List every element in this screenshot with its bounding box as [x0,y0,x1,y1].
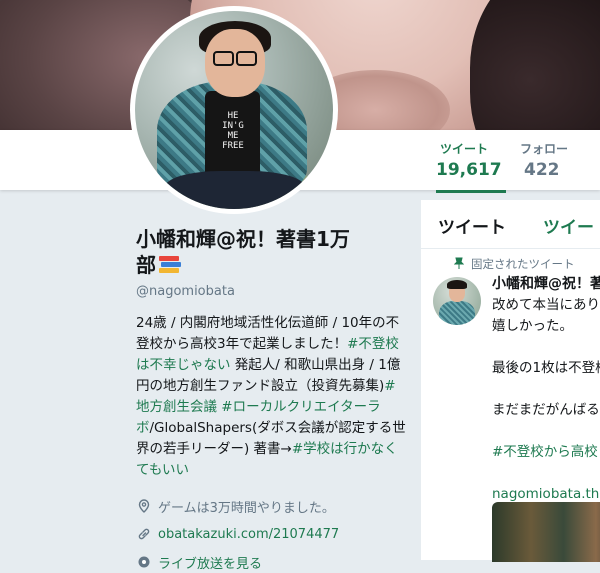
tweet-avatar[interactable] [433,277,481,325]
tweet-line-4: まだまだがんばる [492,402,600,418]
tab-tweets[interactable]: ツイート [438,213,506,238]
timeline-tabs: ツイート ツイー [421,200,600,249]
tweet-line-2: 嬉しかった。 [492,318,573,334]
pinned-indicator: 固定されたツイート [454,256,575,272]
profile-bio: 24歳 / 内閣府地域活性化伝道師 / 10年の不登校から高校3年で起業しました… [136,313,406,481]
location-pin-icon [136,498,152,514]
timeline: ツイート ツイー 固定されたツイート 小幡和輝@祝！著 改めて本当にあり 嬉しか… [421,200,600,562]
profile-name[interactable]: 小幡和輝@祝！著書1万 部 [136,226,406,278]
location-text: ゲームは3万時間やりました。 [158,500,335,516]
profile-name-line1: 小幡和輝@祝！著書1万 [136,227,350,251]
profile-location: ゲームは3万時間やりました。 [136,495,406,517]
profile-avatar[interactable]: HE IN'G ME FREE [130,6,338,214]
nav-tweets-count: 19,617 [436,160,502,180]
link-icon [136,526,152,542]
tweet-line-3: 最後の1枚は不登校 [492,360,600,376]
profile-live: ライブ放送を見る [136,551,406,573]
nav-following-count: 422 [524,160,560,180]
live-broadcast-icon [136,554,152,570]
pinned-label: 固定されたツイート [471,257,575,271]
nav-following[interactable]: フォロー 422 [520,140,568,180]
tweet-hashtag-link[interactable]: #不登校から高校 [492,442,600,463]
nav-tweets-label: ツイート [440,142,489,156]
nav-following-label: フォロー [520,142,569,156]
profile-name-line2: 部 [136,253,156,277]
tweet-author[interactable]: 小幡和輝@祝！著 [492,274,600,295]
nav-tweets[interactable]: ツイート 19,617 [436,140,506,193]
tweet-media-image[interactable] [492,502,600,562]
live-link[interactable]: ライブ放送を見る [158,553,262,572]
profile-card: 小幡和輝@祝！著書1万 部 @nagomiobata 24歳 / 内閣府地域活性… [136,226,406,573]
tweet-line-1: 改めて本当にあり [492,297,600,313]
books-emoji-icon [158,255,181,275]
tab-tweets-replies[interactable]: ツイー [543,213,594,238]
profile-website: obatakazuki.com/21074477 [136,523,406,545]
pinned-tweet[interactable]: 小幡和輝@祝！著 改めて本当にあり 嬉しかった。 最後の1枚は不登校 まだまだが… [492,274,600,505]
avatar-photo: HE IN'G ME FREE [135,11,333,209]
pin-icon [454,257,464,269]
website-link[interactable]: obatakazuki.com/21074477 [158,527,339,542]
profile-handle[interactable]: @nagomiobata [136,284,406,299]
